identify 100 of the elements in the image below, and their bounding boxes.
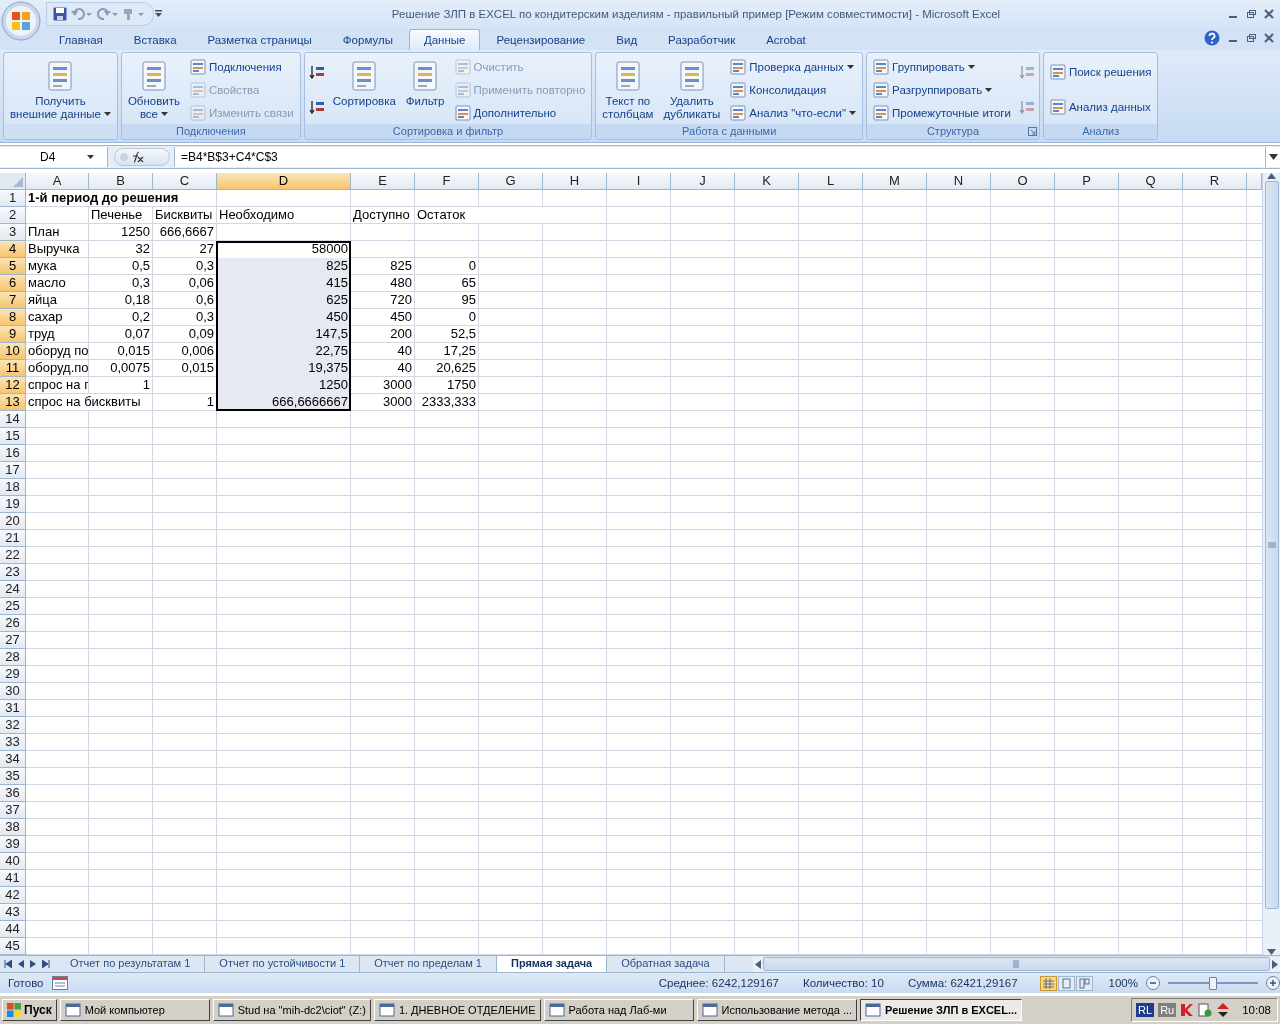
row-header[interactable]: 1	[0, 190, 26, 207]
row-header[interactable]: 43	[0, 904, 26, 921]
customize-icon[interactable]	[154, 9, 164, 19]
row-header[interactable]: 6	[0, 275, 26, 292]
ribbon-tab[interactable]: Формулы	[327, 29, 408, 50]
normal-view-button[interactable]	[1039, 975, 1057, 991]
row-header[interactable]: 18	[0, 479, 26, 496]
column-header[interactable]: L	[799, 173, 863, 190]
ribbon-button[interactable]: Проверка данных	[728, 55, 859, 78]
column-header[interactable]: O	[991, 173, 1055, 190]
row-header[interactable]: 9	[0, 326, 26, 343]
ribbon-button[interactable]: Сортировка	[328, 55, 400, 124]
sort-icon[interactable]	[308, 64, 325, 81]
row-header[interactable]: 14	[0, 411, 26, 428]
vertical-scrollbar[interactable]	[1262, 173, 1280, 955]
ribbon-tab[interactable]: Рецензирование	[481, 29, 601, 50]
ribbon-button[interactable]: Промежуточные итоги	[871, 101, 1013, 124]
scroll-thumb[interactable]	[762, 957, 1270, 971]
column-header[interactable]: K	[735, 173, 799, 190]
row-header[interactable]: 15	[0, 428, 26, 445]
arrow-icon[interactable]	[1216, 1003, 1231, 1017]
column-header[interactable]: F	[415, 173, 479, 190]
ribbon-button[interactable]: Текст по столбцам	[598, 55, 658, 124]
expand-button[interactable]	[1265, 147, 1280, 167]
row-header[interactable]: 35	[0, 768, 26, 785]
ribbon-button[interactable]: Консолидация	[728, 78, 859, 101]
next-sheet-icon[interactable]	[30, 960, 36, 968]
close-icon[interactable]	[1264, 9, 1274, 19]
start-button[interactable]: Пуск	[2, 999, 57, 1021]
column-header[interactable]: J	[671, 173, 735, 190]
row-header[interactable]: 40	[0, 853, 26, 870]
taskbar-button[interactable]: 1. ДНЕВНОЕ ОТДЕЛЕНИЕ	[373, 999, 541, 1021]
column-header[interactable]: N	[927, 173, 991, 190]
taskbar-button[interactable]: Решение ЗЛП в EXCEL...	[860, 999, 1023, 1021]
sheet-tab[interactable]: Прямая задача	[496, 956, 608, 972]
row-header[interactable]: 30	[0, 683, 26, 700]
language-indicator[interactable]: RL	[1136, 1003, 1155, 1017]
restore-icon[interactable]	[1246, 33, 1256, 43]
zoom-out-icon[interactable]	[1146, 976, 1160, 990]
column-header[interactable]: M	[863, 173, 927, 190]
row-header[interactable]: 31	[0, 700, 26, 717]
column-header[interactable]: I	[607, 173, 671, 190]
column-header[interactable]: C	[153, 173, 217, 190]
row-header[interactable]: 33	[0, 734, 26, 751]
antivirus-icon[interactable]	[1180, 1003, 1195, 1017]
column-header[interactable]: D	[217, 173, 351, 190]
row-header[interactable]: 19	[0, 496, 26, 513]
row-header[interactable]: 10	[0, 343, 26, 360]
save-icon[interactable]	[53, 7, 67, 21]
column-header[interactable]: E	[351, 173, 415, 190]
slider-thumb[interactable]	[1209, 976, 1217, 990]
ribbon-button[interactable]: Дополнительно	[452, 101, 588, 124]
insert-function-button[interactable]	[114, 148, 170, 166]
column-header[interactable]: R	[1183, 173, 1247, 190]
row-header[interactable]: 11	[0, 360, 26, 377]
ribbon-tab[interactable]: Главная	[44, 29, 118, 50]
first-sheet-icon[interactable]	[4, 960, 12, 968]
row-header[interactable]: 5	[0, 258, 26, 275]
row-header[interactable]: 23	[0, 564, 26, 581]
row-header[interactable]: 27	[0, 632, 26, 649]
row-header[interactable]: 8	[0, 309, 26, 326]
last-sheet-icon[interactable]	[42, 960, 50, 968]
column-header[interactable]: A	[26, 173, 89, 190]
help-icon[interactable]	[1204, 30, 1220, 46]
ribbon-tab[interactable]: Вставка	[118, 29, 192, 50]
ribbon-button[interactable]: Анализ данных	[1047, 95, 1154, 118]
row-header[interactable]: 16	[0, 445, 26, 462]
row-header[interactable]: 28	[0, 649, 26, 666]
ribbon-tab[interactable]: Acrobat	[751, 29, 821, 50]
column-header[interactable]: P	[1055, 173, 1119, 190]
row-header[interactable]: 42	[0, 887, 26, 904]
sort-icon[interactable]	[308, 98, 325, 115]
close-icon[interactable]	[1264, 33, 1274, 43]
taskbar-button[interactable]: Работа над Лаб-ми	[543, 999, 694, 1021]
row-header[interactable]: 36	[0, 785, 26, 802]
column-header[interactable]: H	[543, 173, 607, 190]
row-header[interactable]: 26	[0, 615, 26, 632]
scroll-up-icon[interactable]	[1267, 173, 1276, 179]
row-header[interactable]: 38	[0, 819, 26, 836]
taskbar-button[interactable]: Stud на "mih-dc2\ciot" (Z:)	[212, 999, 371, 1021]
ribbon-tab[interactable]: Данные	[408, 29, 481, 50]
row-header[interactable]: 32	[0, 717, 26, 734]
previous-sheet-icon[interactable]	[18, 960, 24, 968]
ribbon-button[interactable]: Группировать	[871, 55, 1013, 78]
row-header[interactable]: 45	[0, 938, 26, 955]
scroll-thumb[interactable]	[1264, 181, 1279, 909]
redo-icon[interactable]	[97, 7, 119, 21]
row-header[interactable]: 25	[0, 598, 26, 615]
column-header[interactable]: G	[479, 173, 543, 190]
row-header[interactable]: 29	[0, 666, 26, 683]
ribbon-button[interactable]: Получить внешние данные	[6, 55, 115, 124]
row-header[interactable]: 34	[0, 751, 26, 768]
ribbon-button[interactable]: Подключения	[188, 55, 296, 78]
zoom-in-icon[interactable]	[1266, 976, 1280, 990]
ribbon-tab[interactable]: Разметка страницы	[192, 29, 327, 50]
ribbon-button[interactable]: Анализ "что-если"	[728, 101, 859, 124]
row-header[interactable]: 22	[0, 547, 26, 564]
column-header[interactable]: B	[89, 173, 153, 190]
ribbon-button[interactable]: Разгруппировать	[871, 78, 1013, 101]
row-header[interactable]: 13	[0, 394, 26, 411]
